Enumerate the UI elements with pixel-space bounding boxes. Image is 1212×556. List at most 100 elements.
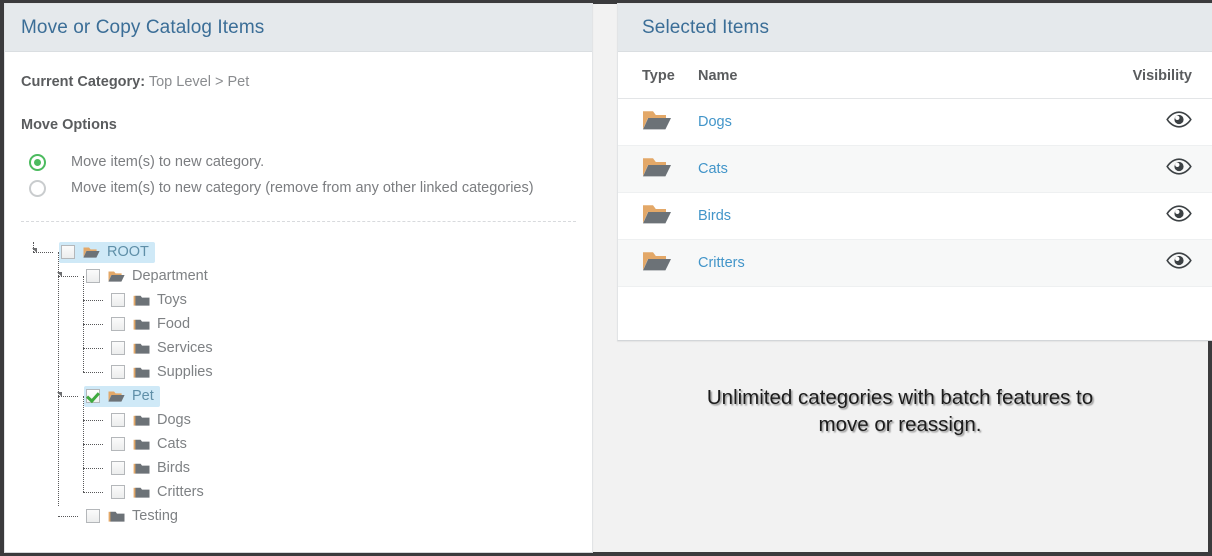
- cell-type: [618, 98, 698, 146]
- tree-node-food-hit[interactable]: Food: [109, 314, 196, 335]
- checkbox-testing[interactable]: [86, 509, 100, 524]
- radio-move-remove-other-links[interactable]: [29, 179, 46, 197]
- tree-node-testing[interactable]: Testing: [21, 504, 576, 528]
- checkbox-root[interactable]: [61, 245, 75, 260]
- checkbox-supplies[interactable]: [111, 365, 125, 380]
- selected-items-title: Selected Items: [642, 16, 770, 38]
- open-folder-icon: [642, 203, 672, 225]
- page-title: Move or Copy Catalog Items: [21, 16, 265, 38]
- tree-node-birds[interactable]: Birds: [21, 456, 576, 480]
- current-category-label: Current Category:: [21, 74, 146, 90]
- tree-node-dogs-label: Dogs: [157, 412, 191, 429]
- table-row[interactable]: Birds: [618, 192, 1212, 240]
- selected-items-table-body: Dogs Cats Birds Critters: [618, 98, 1212, 287]
- closed-folder-icon: [133, 462, 150, 475]
- tree-node-testing-label: Testing: [132, 508, 178, 525]
- options-divider: [21, 221, 576, 223]
- tree-guide-h-pet: [58, 396, 78, 398]
- eye-icon[interactable]: [1166, 205, 1192, 222]
- right-panel-header: Selected Items: [618, 4, 1212, 52]
- checkbox-dogs[interactable]: [111, 413, 125, 428]
- tree-node-toys[interactable]: Toys: [21, 288, 576, 312]
- tree-node-cats[interactable]: Cats: [21, 432, 576, 456]
- tree-node-supplies-hit[interactable]: Supplies: [109, 362, 219, 383]
- left-panel-header: Move or Copy Catalog Items: [5, 4, 592, 52]
- tree-node-toys-hit[interactable]: Toys: [109, 290, 193, 311]
- move-option-row-1[interactable]: Move item(s) to new category (remove fro…: [21, 175, 576, 201]
- current-category: Current Category: Top Level > Pet: [21, 74, 576, 91]
- current-category-value: Top Level > Pet: [148, 74, 250, 90]
- tree-node-department[interactable]: Department: [21, 264, 576, 288]
- tree-node-cats-hit[interactable]: Cats: [109, 434, 193, 455]
- open-folder-icon: [108, 390, 125, 403]
- closed-folder-icon: [133, 318, 150, 331]
- eye-icon[interactable]: [1166, 252, 1192, 269]
- table-row[interactable]: Critters: [618, 239, 1212, 287]
- move-options-radio-group: Move item(s) to new category. Move item(…: [21, 149, 576, 201]
- selected-items-body: Type Name Visibility Dogs Cats Birds Cri…: [618, 52, 1212, 287]
- radio-move-to-new-category[interactable]: [29, 153, 46, 171]
- radio-label-move-remove-other-links: Move item(s) to new category (remove fro…: [71, 180, 534, 197]
- checkbox-services[interactable]: [111, 341, 125, 356]
- cell-name: Cats: [698, 145, 1072, 193]
- tree-node-testing-hit[interactable]: Testing: [84, 506, 184, 527]
- tree-node-services-hit[interactable]: Services: [109, 338, 219, 359]
- tree-node-food[interactable]: Food: [21, 312, 576, 336]
- tree-node-dogs-hit[interactable]: Dogs: [109, 410, 197, 431]
- tree-guide-h-supplies: [83, 372, 103, 374]
- checkbox-birds[interactable]: [111, 461, 125, 476]
- item-link-critters[interactable]: Critters: [698, 255, 745, 271]
- tree-node-pet-hit[interactable]: Pet: [84, 385, 160, 407]
- closed-folder-icon: [133, 294, 150, 307]
- eye-icon[interactable]: [1166, 111, 1192, 128]
- tree-node-cats-label: Cats: [157, 436, 187, 453]
- table-row[interactable]: Cats: [618, 145, 1212, 193]
- checkbox-critters[interactable]: [111, 485, 125, 500]
- tree-guide-h-testing: [58, 516, 78, 518]
- tree-guide-h-dogs: [83, 420, 103, 422]
- move-options-heading: Move Options: [21, 117, 117, 134]
- column-header-name: Name: [698, 52, 1072, 99]
- checkbox-pet[interactable]: [86, 389, 100, 404]
- tree-node-critters-hit[interactable]: Critters: [109, 482, 210, 503]
- open-folder-icon: [108, 270, 125, 283]
- tree-guide-h-cats: [83, 444, 103, 446]
- tree-node-services-label: Services: [157, 340, 213, 357]
- radio-label-move-to-new-category: Move item(s) to new category.: [71, 154, 265, 171]
- tree-node-birds-hit[interactable]: Birds: [109, 458, 196, 479]
- closed-folder-icon: [133, 414, 150, 427]
- tree-guide-h-birds: [83, 468, 103, 470]
- tree-node-root-hit[interactable]: ROOT: [59, 241, 155, 263]
- tree-guide-h-food: [83, 324, 103, 326]
- tree-node-critters-label: Critters: [157, 484, 204, 501]
- closed-folder-icon: [133, 486, 150, 499]
- item-link-birds[interactable]: Birds: [698, 208, 731, 224]
- item-link-dogs[interactable]: Dogs: [698, 114, 732, 130]
- tree-node-dogs[interactable]: Dogs: [21, 408, 576, 432]
- selected-items-panel: Selected Items Type Name Visibility Dogs…: [617, 3, 1212, 341]
- item-link-cats[interactable]: Cats: [698, 161, 728, 177]
- checkbox-toys[interactable]: [111, 293, 125, 308]
- tree-node-supplies[interactable]: Supplies: [21, 360, 576, 384]
- cell-name: Dogs: [698, 98, 1072, 146]
- closed-folder-icon: [133, 438, 150, 451]
- table-row[interactable]: Dogs: [618, 98, 1212, 146]
- checkbox-cats[interactable]: [111, 437, 125, 452]
- app-frame: Move or Copy Catalog Items Current Categ…: [0, 0, 1212, 556]
- tree-guide-h-root: [33, 252, 53, 254]
- tree-node-critters[interactable]: Critters: [21, 480, 576, 504]
- checkbox-department[interactable]: [86, 269, 100, 284]
- tree-node-root[interactable]: ROOT: [21, 240, 576, 264]
- checkbox-food[interactable]: [111, 317, 125, 332]
- move-option-row-0[interactable]: Move item(s) to new category.: [21, 149, 576, 175]
- move-or-copy-panel: Move or Copy Catalog Items Current Categ…: [4, 3, 593, 553]
- eye-icon[interactable]: [1166, 158, 1192, 175]
- selected-items-table-head: Type Name Visibility: [618, 52, 1212, 99]
- tree-node-department-hit[interactable]: Department: [84, 266, 214, 287]
- table-header-row: Type Name Visibility: [618, 52, 1212, 99]
- tree-guide-h-services: [83, 348, 103, 350]
- tree-node-pet[interactable]: Pet: [21, 384, 576, 408]
- open-folder-icon: [83, 246, 100, 259]
- cell-name: Birds: [698, 192, 1072, 240]
- tree-node-services[interactable]: Services: [21, 336, 576, 360]
